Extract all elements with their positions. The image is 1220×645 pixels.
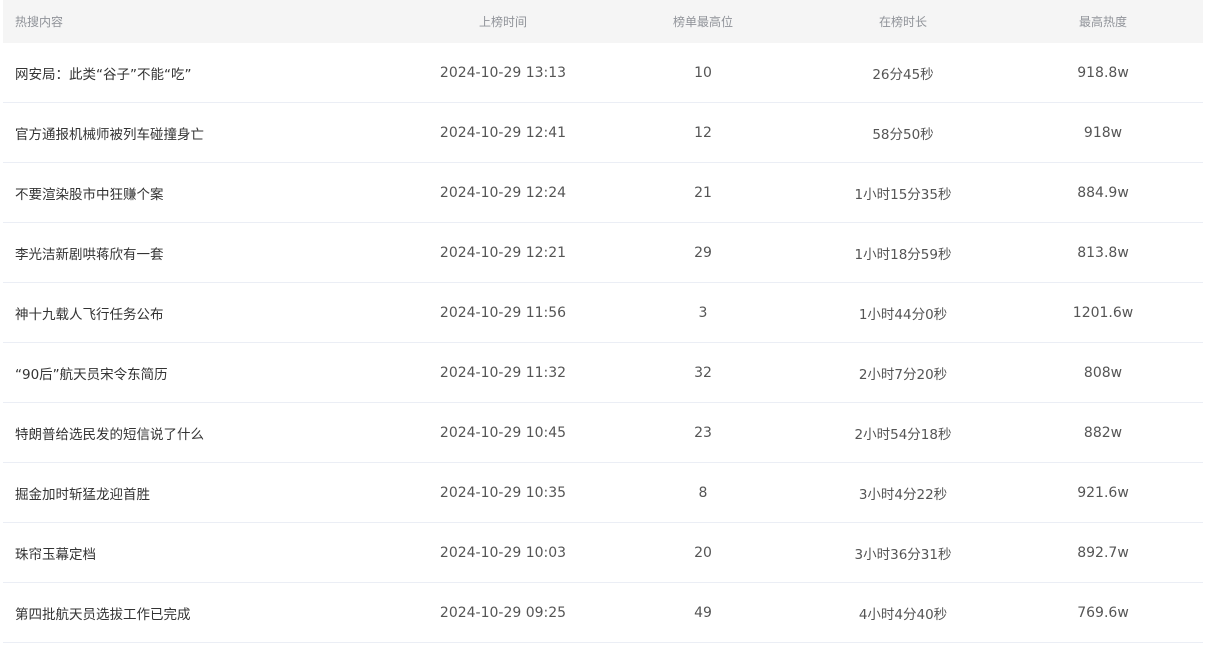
row-title[interactable]: 掘金加时斩猛龙迎首胜 (3, 483, 403, 503)
table-row[interactable]: “90后”航天员宋令东简历 2024-10-29 11:32 32 2小时7分2… (3, 343, 1203, 403)
row-title[interactable]: 第四批航天员选拔工作已完成 (3, 603, 403, 623)
row-rank: 21 (694, 184, 712, 201)
row-time: 2024-10-29 11:56 (439, 304, 567, 321)
table-row[interactable]: 特朗普给选民发的短信说了什么 2024-10-29 10:45 23 2小时54… (3, 403, 1203, 463)
table-row[interactable]: 李光洁新剧哄蒋欣有一套 2024-10-29 12:21 29 1小时18分59… (3, 223, 1203, 283)
row-time: 2024-10-29 12:21 (439, 244, 567, 261)
row-time: 2024-10-29 13:13 (439, 64, 567, 81)
hot-search-table: 热搜内容 上榜时间 榜单最高位 在榜时长 最高热度 网安局：此类“谷子”不能“吃… (3, 0, 1203, 643)
row-heat: 1201.6w (1072, 304, 1134, 321)
row-title[interactable]: 珠帘玉幕定档 (3, 543, 403, 563)
row-heat: 813.8w (1077, 244, 1129, 261)
row-title[interactable]: “90后”航天员宋令东简历 (3, 363, 403, 383)
row-heat: 882w (1083, 424, 1123, 441)
row-rank: 10 (694, 64, 712, 81)
row-time: 2024-10-29 09:25 (439, 604, 567, 621)
row-rank: 29 (694, 244, 712, 261)
row-rank: 49 (694, 604, 712, 621)
table-row[interactable]: 官方通报机械师被列车碰撞身亡 2024-10-29 12:41 12 58分50… (3, 103, 1203, 163)
row-time: 2024-10-29 11:32 (439, 364, 567, 381)
row-heat: 921.6w (1077, 484, 1129, 501)
table-row[interactable]: 第四批航天员选拔工作已完成 2024-10-29 09:25 49 4小时4分4… (3, 583, 1203, 643)
row-title[interactable]: 网安局：此类“谷子”不能“吃” (3, 63, 403, 83)
row-title[interactable]: 神十九载人飞行任务公布 (3, 303, 403, 323)
row-rank: 12 (694, 124, 712, 141)
row-heat: 884.9w (1077, 184, 1129, 201)
table-row[interactable]: 珠帘玉幕定档 2024-10-29 10:03 20 3小时36分31秒 892… (3, 523, 1203, 583)
row-duration: 2小时7分20秒 (858, 366, 948, 383)
row-heat: 918w (1083, 124, 1123, 141)
row-heat: 892.7w (1077, 544, 1129, 561)
row-title[interactable]: 特朗普给选民发的短信说了什么 (3, 423, 403, 443)
row-duration: 4小时4分40秒 (858, 606, 948, 623)
row-time: 2024-10-29 12:41 (439, 124, 567, 141)
row-heat: 769.6w (1077, 604, 1129, 621)
table-row[interactable]: 网安局：此类“谷子”不能“吃” 2024-10-29 13:13 10 26分4… (3, 43, 1203, 103)
row-duration: 3小时36分31秒 (854, 546, 952, 563)
row-time: 2024-10-29 10:35 (439, 484, 567, 501)
table-header: 热搜内容 上榜时间 榜单最高位 在榜时长 最高热度 (3, 0, 1203, 43)
row-duration: 2小时54分18秒 (854, 426, 952, 443)
row-time: 2024-10-29 10:03 (439, 544, 567, 561)
row-duration: 1小时15分35秒 (854, 186, 952, 203)
row-title[interactable]: 李光洁新剧哄蒋欣有一套 (3, 243, 403, 263)
row-rank: 32 (694, 364, 712, 381)
row-duration: 26分45秒 (872, 66, 934, 83)
row-time: 2024-10-29 10:45 (439, 424, 567, 441)
header-highest-rank[interactable]: 榜单最高位 (603, 13, 803, 30)
row-rank: 8 (698, 484, 708, 501)
header-listed-time[interactable]: 上榜时间 (403, 13, 603, 30)
row-title[interactable]: 不要渲染股市中狂赚个案 (3, 183, 403, 203)
row-rank: 23 (694, 424, 712, 441)
table-row[interactable]: 不要渲染股市中狂赚个案 2024-10-29 12:24 21 1小时15分35… (3, 163, 1203, 223)
row-duration: 58分50秒 (872, 126, 934, 143)
row-title[interactable]: 官方通报机械师被列车碰撞身亡 (3, 123, 403, 143)
row-duration: 1小时18分59秒 (854, 246, 952, 263)
row-rank: 3 (698, 304, 708, 321)
row-heat: 808w (1083, 364, 1123, 381)
header-max-heat[interactable]: 最高热度 (1003, 13, 1203, 30)
table-row[interactable]: 掘金加时斩猛龙迎首胜 2024-10-29 10:35 8 3小时4分22秒 9… (3, 463, 1203, 523)
row-heat: 918.8w (1077, 64, 1129, 81)
table-row[interactable]: 神十九载人飞行任务公布 2024-10-29 11:56 3 1小时44分0秒 … (3, 283, 1203, 343)
row-rank: 20 (694, 544, 712, 561)
row-time: 2024-10-29 12:24 (439, 184, 567, 201)
row-duration: 3小时4分22秒 (858, 486, 948, 503)
header-duration[interactable]: 在榜时长 (803, 13, 1003, 30)
header-content[interactable]: 热搜内容 (3, 13, 403, 30)
row-duration: 1小时44分0秒 (858, 306, 948, 323)
